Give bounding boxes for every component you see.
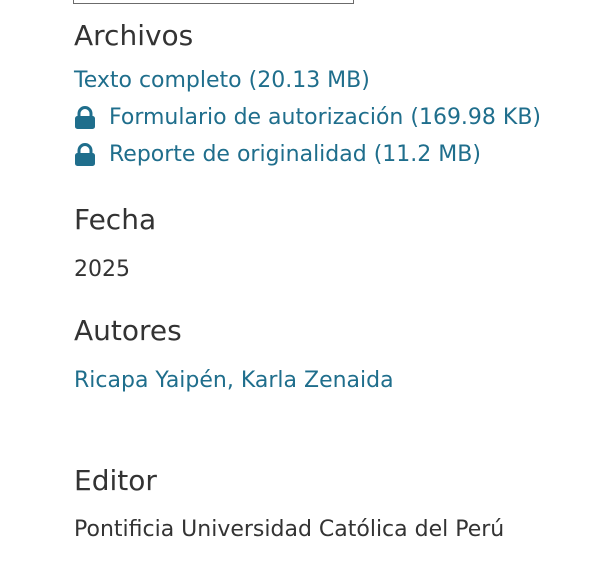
date-section: Fecha 2025 <box>74 203 594 284</box>
file-link-label: Formulario de autorización (169.98 KB) <box>109 105 542 130</box>
publisher-value: Pontificia Universidad Católica del Perú <box>74 517 505 542</box>
file-link-label: Reporte de originalidad (11.2 MB) <box>109 142 481 167</box>
date-heading: Fecha <box>74 203 157 236</box>
file-link-originality-report[interactable]: Reporte de originalidad (11.2 MB) <box>74 141 594 169</box>
file-link-full-text[interactable]: Texto completo (20.13 MB) <box>74 67 594 95</box>
date-value: 2025 <box>74 257 130 282</box>
authors-heading: Autores <box>74 314 182 347</box>
authors-section: Autores Ricapa Yaipén, Karla Zenaida <box>74 314 594 395</box>
thumbnail-frame-edge <box>73 0 354 4</box>
file-link-label: Texto completo (20.13 MB) <box>74 68 370 93</box>
file-link-authorization-form[interactable]: Formulario de autorización (169.98 KB) <box>74 104 594 132</box>
author-link[interactable]: Ricapa Yaipén, Karla Zenaida <box>74 367 594 395</box>
publisher-heading: Editor <box>74 464 157 497</box>
publisher-section: Editor Pontificia Universidad Católica d… <box>74 464 594 544</box>
lock-icon <box>75 106 95 129</box>
lock-icon <box>75 143 95 166</box>
files-section: Archivos Texto completo (20.13 MB) Formu… <box>74 19 594 169</box>
files-heading: Archivos <box>74 19 194 52</box>
